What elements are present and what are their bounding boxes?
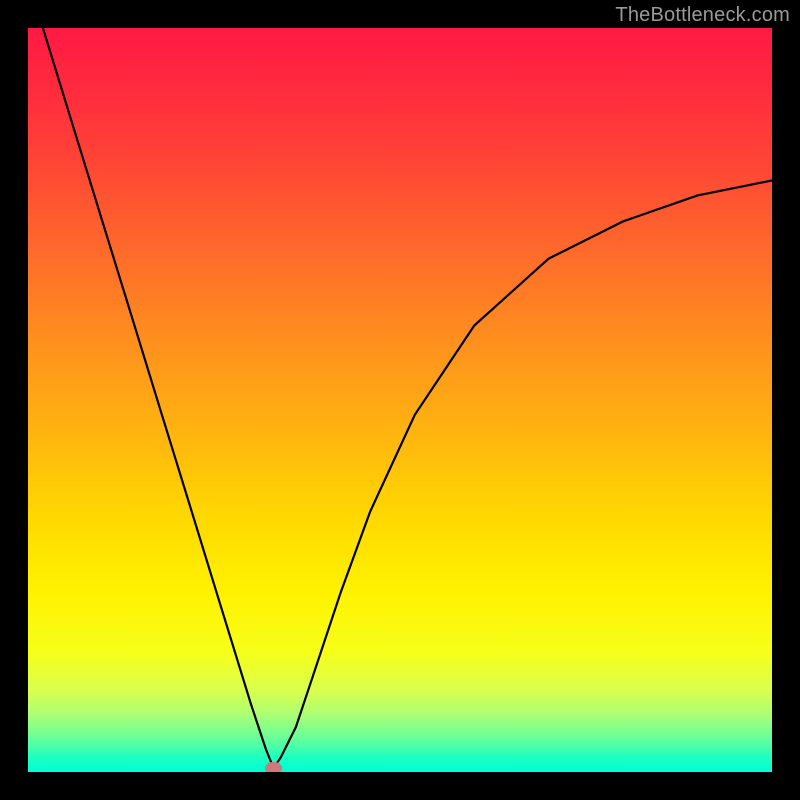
watermark-text: TheBottleneck.com (615, 4, 790, 27)
chart-frame: TheBottleneck.com (0, 0, 800, 800)
optimal-point-marker (265, 762, 282, 772)
plot-area (28, 28, 772, 772)
curve-layer (28, 28, 772, 772)
bottleneck-curve (43, 28, 772, 768)
